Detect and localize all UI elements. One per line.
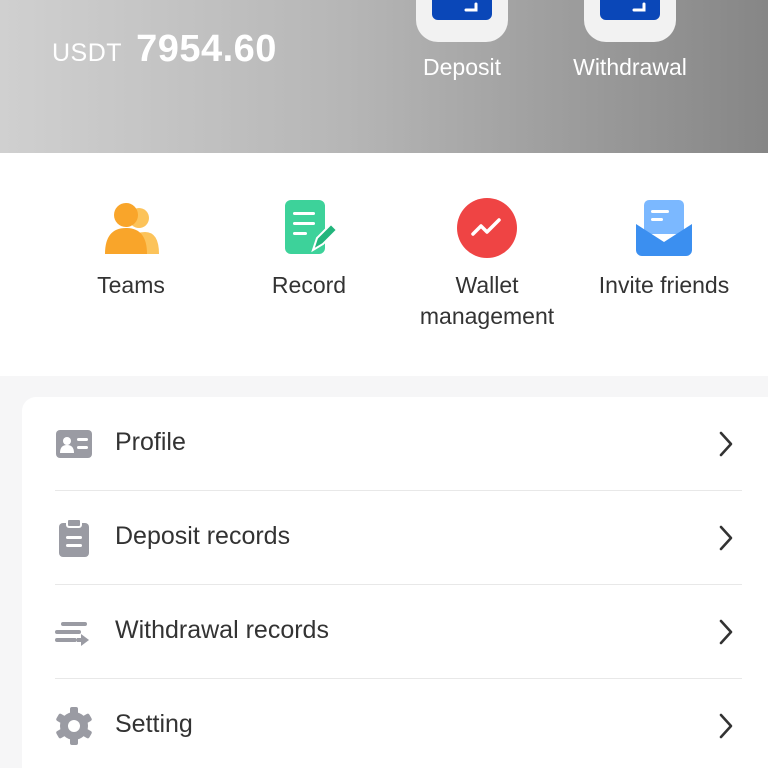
menu-item-label: Setting [115,710,193,738]
wallet-trend-icon [457,198,517,258]
menu-item-withdrawal-records[interactable]: Withdrawal records [55,585,742,679]
withdrawal-button[interactable]: Withdrawal [560,0,700,100]
menu-item-deposit-records[interactable]: Deposit records [55,491,742,585]
deposit-button[interactable]: Deposit [392,0,532,100]
quick-menu: Teams Record Wallet management Invite fr… [0,153,768,376]
menu-card: Profile Deposit records Withdrawal recor… [22,397,768,768]
menu-item-profile[interactable]: Profile [55,397,742,491]
quick-item-teams[interactable]: Teams [41,198,221,301]
quick-item-invite-friends[interactable]: Invite friends [574,198,754,301]
menu-item-setting[interactable]: Setting [55,679,742,768]
clipboard-icon [59,519,89,557]
balance-display: USDT 7954.60 [52,28,277,71]
balance-amount: 7954.60 [136,28,277,70]
chevron-right-icon [719,525,733,551]
currency-label: USDT [52,39,123,67]
gear-icon [56,707,92,745]
withdrawal-tile [584,0,676,42]
chevron-right-icon [719,431,733,457]
balance-header: USDT 7954.60 Deposit Withdrawal [0,0,768,153]
quick-item-record[interactable]: Record [219,198,399,301]
wallet-icon [432,0,492,20]
menu-item-label: Profile [115,428,186,456]
profile-card-icon [56,430,92,458]
teams-icon [101,198,161,258]
quick-item-label: Wallet management [419,272,555,329]
menu-item-label: Withdrawal records [115,616,329,644]
deposit-tile [416,0,508,42]
chevron-right-icon [719,713,733,739]
quick-item-label: Record [271,272,347,298]
menu-item-label: Deposit records [115,522,291,550]
chevron-right-icon [719,619,733,645]
deposit-label: Deposit [423,54,501,80]
quick-item-label: Teams [97,272,165,298]
invite-mail-icon [634,198,694,258]
wallet-icon [600,0,660,20]
quick-item-label: Invite friends [598,272,730,298]
quick-item-wallet-management[interactable]: Wallet management [397,198,577,332]
withdrawal-label: Withdrawal [573,54,687,80]
record-icon [279,198,339,258]
transfer-list-icon [55,622,89,646]
